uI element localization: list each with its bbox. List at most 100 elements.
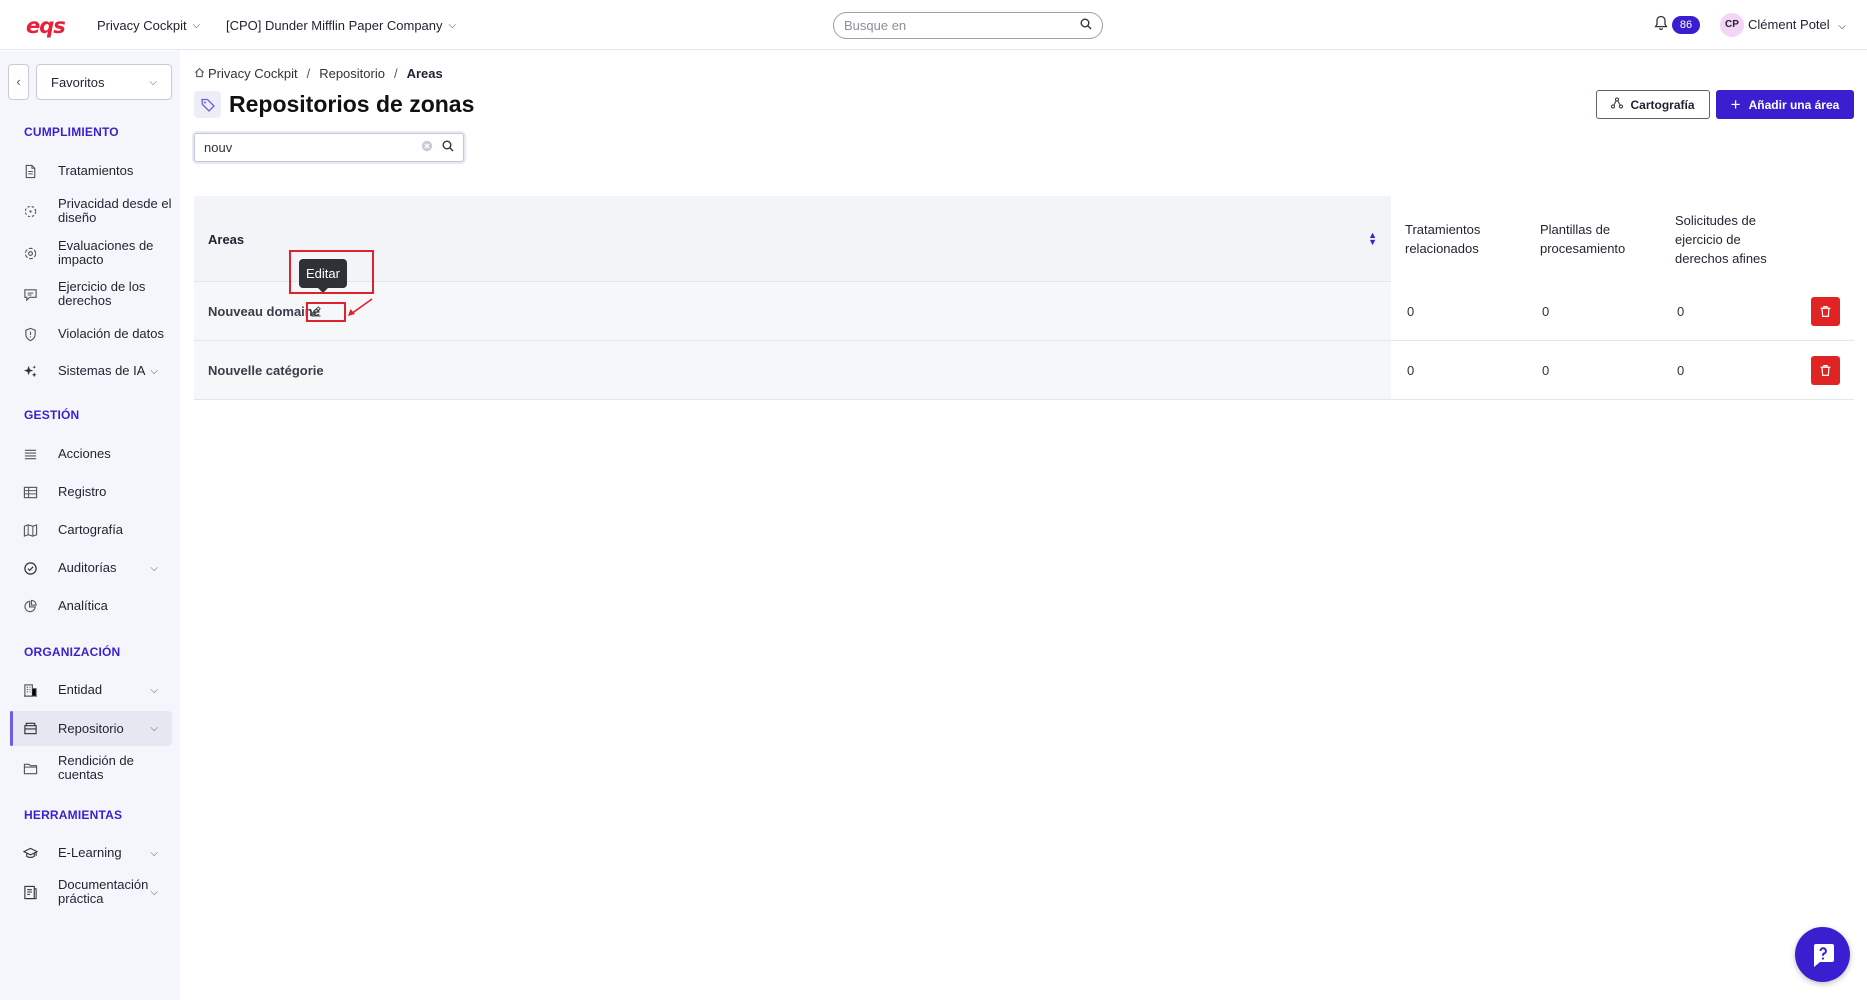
map-icon <box>21 521 39 539</box>
section-title-gestion: GESTIÓN <box>24 408 80 422</box>
sidebar-item-rendicion[interactable]: Rendición de cuentas <box>10 753 172 783</box>
module-label: Privacy Cockpit <box>97 17 187 33</box>
tratamientos-count: 0 <box>1407 362 1415 378</box>
list-icon <box>21 445 39 463</box>
table-icon <box>21 483 39 501</box>
delete-button[interactable] <box>1811 297 1840 326</box>
chat-icon <box>21 285 39 303</box>
module-switcher[interactable]: Privacy Cockpit ⌵ <box>97 0 200 50</box>
chevron-down-icon: ⌵ <box>149 76 157 88</box>
sidebar-item-privacidad[interactable]: Privacidad desde el diseño <box>10 196 172 226</box>
chevron-down-icon: ⌵ <box>150 886 158 898</box>
column-header-plantillas: Plantillas de procesamiento <box>1526 196 1661 282</box>
chevron-down-icon: ⌵ <box>150 562 158 574</box>
breadcrumb: Privacy Cockpit / Repositorio / Areas <box>194 66 443 81</box>
sparkles-icon <box>21 362 39 380</box>
page-title: Repositorios de zonas <box>229 91 475 117</box>
edit-icon[interactable] <box>308 303 324 319</box>
avatar[interactable]: CP <box>1720 13 1744 37</box>
sidebar-item-documentacion[interactable]: Documentación práctica ⌵ <box>10 877 172 907</box>
section-title-herramientas: HERRAMIENTAS <box>24 808 123 822</box>
clear-icon[interactable] <box>421 140 433 155</box>
sidebar-item-tratamientos[interactable]: Tratamientos <box>10 161 172 181</box>
search-icon[interactable] <box>1080 18 1092 33</box>
cartografia-button[interactable]: Cartografía <box>1596 90 1710 119</box>
chevron-down-icon: ⌵ <box>150 847 158 859</box>
area-filter-input[interactable] <box>204 140 421 155</box>
plus-icon: + <box>1730 94 1741 114</box>
notifications-badge[interactable]: 86 <box>1672 16 1700 34</box>
user-menu[interactable]: Clément Potel ⌵ <box>1748 17 1846 32</box>
sidebar-item-evaluaciones[interactable]: Evaluaciones de impacto <box>10 238 172 268</box>
shield-icon <box>21 325 39 343</box>
sort-icon[interactable]: ▲ ▼ <box>1368 231 1377 247</box>
solicitudes-count: 0 <box>1677 303 1685 319</box>
sidebar-item-auditorias[interactable]: Auditorías ⌵ <box>10 558 172 578</box>
plantillas-count: 0 <box>1542 362 1550 378</box>
help-icon <box>1813 943 1834 967</box>
check-circle-icon <box>21 559 39 577</box>
table-row: Nouvelle catégorie 0 0 0 <box>194 341 1854 400</box>
help-chat-button[interactable] <box>1795 927 1850 982</box>
sidebar-item-ejercicio[interactable]: Ejercicio de los derechos <box>10 279 172 309</box>
search-icon[interactable] <box>442 140 454 155</box>
add-area-button-label: Añadir una área <box>1748 97 1840 112</box>
design-icon <box>21 202 39 220</box>
folder-icon <box>21 759 39 777</box>
chevron-down-icon: ⌵ <box>448 19 457 31</box>
chevron-down-icon: ⌵ <box>150 365 158 377</box>
global-search-input[interactable] <box>844 18 1080 33</box>
collapse-sidebar-button[interactable]: ‹ <box>8 64 29 100</box>
breadcrumb-parent[interactable]: Repositorio <box>319 66 385 81</box>
sidebar-item-registro[interactable]: Registro <box>10 482 172 502</box>
favorites-select[interactable]: Favoritos ⌵ <box>36 64 172 100</box>
section-title-organizacion: ORGANIZACIÓN <box>24 645 121 659</box>
company-label: [CPO] Dunder Mifflin Paper Company <box>226 17 443 33</box>
table-header: Areas ▲ ▼ Tratamientos relacionados Plant… <box>194 196 1854 282</box>
sidebar: ‹ Favoritos ⌵ CUMPLIMIENTO Tratamientos … <box>0 51 180 1000</box>
delete-button[interactable] <box>1811 356 1840 385</box>
global-search[interactable] <box>833 12 1103 39</box>
breadcrumb-separator: / <box>306 66 311 81</box>
sidebar-item-elearning[interactable]: E-Learning ⌵ <box>10 843 172 863</box>
solicitudes-count: 0 <box>1677 362 1685 378</box>
eqs-logo[interactable]: eqs <box>26 14 66 38</box>
company-switcher[interactable]: [CPO] Dunder Mifflin Paper Company ⌵ <box>226 0 456 50</box>
area-name: Nouvelle catégorie <box>194 341 1391 399</box>
network-icon <box>1611 97 1624 112</box>
sidebar-item-analitica[interactable]: Analítica <box>10 596 172 616</box>
table-row: Nouveau domaine 0 0 0 <box>194 282 1854 341</box>
sidebar-item-acciones[interactable]: Acciones <box>10 444 172 464</box>
tratamientos-count: 0 <box>1407 303 1415 319</box>
cartografia-button-label: Cartografía <box>1630 97 1695 112</box>
document-icon <box>21 162 39 180</box>
graduation-cap-icon <box>21 844 39 862</box>
tag-icon <box>194 91 221 118</box>
annotation-arrow-icon <box>348 298 373 316</box>
areas-table: Areas ▲ ▼ Tratamientos relacionados Plant… <box>194 196 1854 400</box>
sidebar-item-sistemas-ia[interactable]: Sistemas de IA ⌵ <box>10 361 172 381</box>
archive-icon <box>21 720 39 738</box>
area-filter[interactable] <box>194 133 464 162</box>
sidebar-item-repositorio[interactable]: Repositorio ⌵ <box>10 711 172 746</box>
building-icon <box>21 681 39 699</box>
sidebar-item-entidad[interactable]: Entidad ⌵ <box>10 680 172 700</box>
pie-chart-icon <box>21 597 39 615</box>
home-icon[interactable] <box>194 66 205 81</box>
impact-icon <box>21 244 39 262</box>
book-icon <box>21 883 39 901</box>
add-area-button[interactable]: + Añadir una área <box>1716 90 1854 119</box>
breadcrumb-home[interactable]: Privacy Cockpit <box>208 66 298 81</box>
section-title-cumplimiento: CUMPLIMIENTO <box>24 125 119 139</box>
bell-icon[interactable] <box>1654 15 1668 33</box>
breadcrumb-separator: / <box>393 66 398 81</box>
sidebar-item-cartografia[interactable]: Cartografía <box>10 520 172 540</box>
edit-tooltip: Editar <box>299 259 347 293</box>
favorites-label: Favoritos <box>51 74 105 90</box>
chevron-down-icon: ⌵ <box>150 684 158 696</box>
column-header-solicitudes: Solicitudes de ejercicio de derechos afi… <box>1661 196 1796 282</box>
column-header-areas[interactable]: Areas ▲ ▼ <box>194 196 1391 282</box>
sidebar-item-violacion[interactable]: Violación de datos <box>10 324 172 344</box>
chevron-down-icon: ⌵ <box>150 723 158 734</box>
trash-icon <box>1820 306 1831 317</box>
